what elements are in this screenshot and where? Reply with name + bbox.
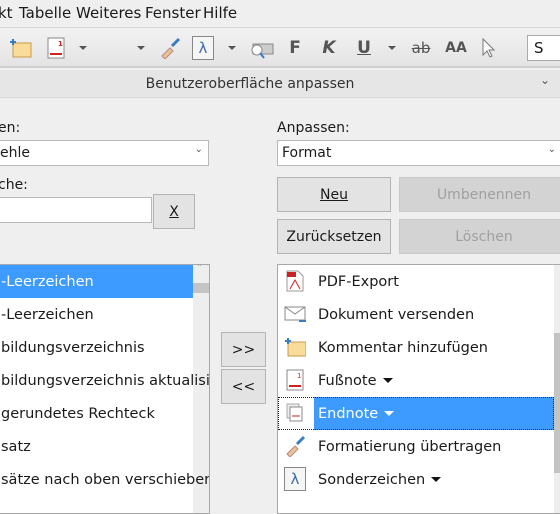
scrollbar[interactable] (554, 265, 560, 513)
menu-hilfe[interactable]: Hilfe (203, 4, 237, 22)
list-item-label: Kommentar hinzufügen (318, 339, 488, 356)
chevron-down-icon[interactable]: ⌄ (540, 73, 550, 87)
panel-title: Benutzeroberfläche anpassen (145, 76, 355, 92)
footnote-icon: 1 (284, 369, 306, 391)
rename-button: Umbenennen (399, 177, 560, 212)
comment-icon[interactable] (8, 36, 34, 60)
add-command-button[interactable]: >> (221, 332, 266, 367)
special-char-icon[interactable]: λ (192, 36, 214, 60)
list-item[interactable]: Sonderzeichen (314, 463, 554, 496)
clone-brush-icon[interactable] (158, 36, 182, 60)
list-item[interactable]: -Leerzeichen (0, 265, 193, 298)
focus-outline (278, 397, 554, 430)
scrollbar-thumb[interactable] (193, 283, 209, 293)
list-item[interactable]: Fußnote (314, 364, 554, 397)
style-box[interactable]: S (527, 35, 560, 61)
available-commands-list[interactable]: ˄ -Leerzeichen -Leerzeichen bildungsverzei… (0, 264, 210, 514)
list-item-label: Dokument versenden (318, 306, 475, 323)
category-label: en: (0, 120, 21, 136)
list-item[interactable]: Formatierung übertragen (314, 430, 554, 463)
list-item[interactable]: bildungsverzeichnis aktualisi (0, 364, 209, 397)
list-item[interactable]: PDF-Export (314, 265, 554, 298)
toolbar-entries-list[interactable]: PDF-Export Dokument versenden Kommentar hi… (277, 264, 560, 514)
sidebar-title-bar: Benutzeroberfläche anpassen ⌄ (0, 70, 560, 98)
list-item-label: Fußnote (318, 372, 377, 389)
menu-bar: kt Tabelle Weiteres Fenster Hilfe (0, 0, 560, 28)
comment-icon (284, 336, 306, 358)
list-item[interactable]: gerundetes Rechteck (0, 397, 193, 430)
underline-button[interactable]: U (356, 36, 372, 60)
list-item-label: Sonderzeichen (318, 471, 426, 488)
search-label: che: (0, 177, 28, 193)
italic-button[interactable]: K (321, 36, 337, 60)
customize-select[interactable]: Format ⌄ (277, 140, 560, 166)
case-button[interactable]: AA (444, 36, 468, 60)
dropdown-arrow-icon (431, 477, 442, 482)
menu-fenster[interactable]: Fenster (145, 4, 201, 22)
customize-value: Format (282, 145, 332, 161)
list-item[interactable]: bildungsverzeichnis (0, 331, 193, 364)
dropdown-arrow-icon (382, 378, 393, 383)
menu-text[interactable]: kt (0, 4, 13, 22)
special-char-icon: λ (284, 467, 306, 491)
remove-command-button[interactable]: << (221, 369, 266, 404)
list-item[interactable]: -Leerzeichen (0, 298, 193, 331)
list-item-label: PDF-Export (318, 273, 399, 290)
svg-text:1: 1 (58, 40, 63, 48)
list-item[interactable]: Kommentar hinzufügen (314, 331, 554, 364)
underline-dropdown[interactable] (387, 36, 397, 60)
strikethrough-button[interactable]: ab (408, 36, 434, 60)
cursor-icon[interactable] (480, 36, 496, 60)
special-char-dropdown[interactable] (227, 36, 237, 60)
scrollbar-thumb[interactable] (554, 333, 560, 473)
footnote-dropdown[interactable] (78, 36, 88, 60)
bold-button[interactable]: F (287, 36, 303, 60)
delete-button: Löschen (399, 219, 560, 254)
menu-weiteres[interactable]: Weiteres (76, 4, 141, 22)
chevron-down-icon: ⌄ (547, 144, 556, 155)
search-input[interactable] (0, 197, 152, 223)
menu-tabelle[interactable]: Tabelle (19, 4, 71, 22)
list-item[interactable]: Dokument versenden (314, 298, 554, 331)
chevron-down-icon: ⌄ (194, 144, 203, 155)
toolbar: 1 λ F K U ab AA S (0, 28, 560, 68)
customize-label: Anpassen: (277, 120, 350, 136)
list-item-label: Formatierung übertragen (318, 438, 502, 455)
pdf-icon (284, 270, 306, 292)
clear-search-button[interactable]: X (153, 194, 195, 229)
category-select[interactable]: ehle ⌄ (0, 140, 209, 166)
list-item[interactable]: satz (0, 430, 193, 463)
new-label: Neu (320, 186, 348, 203)
scroll-up-icon[interactable]: ˄ (197, 265, 202, 274)
new-button[interactable]: Neu (277, 177, 391, 212)
footnote-icon[interactable]: 1 (45, 36, 67, 60)
clone-brush-icon (284, 435, 306, 457)
category-value: ehle (0, 145, 30, 161)
svg-text:1: 1 (297, 372, 301, 380)
print-preview-icon[interactable] (248, 36, 274, 60)
reset-button[interactable]: Zurücksetzen (277, 219, 391, 254)
dropdown-arrow[interactable] (136, 36, 146, 60)
mail-icon (284, 303, 306, 325)
list-item[interactable]: sätze nach oben verschieber (0, 463, 209, 496)
